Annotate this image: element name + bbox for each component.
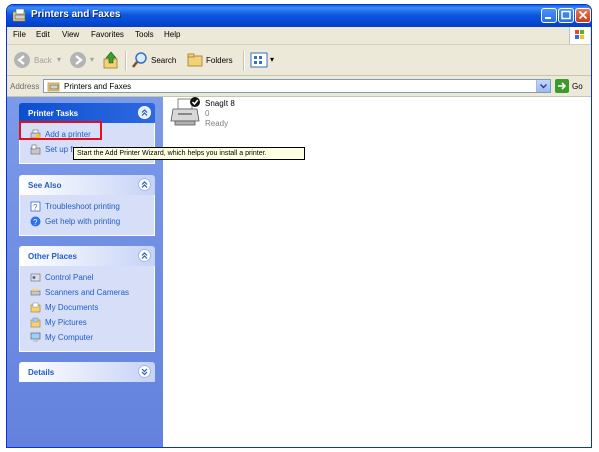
minimize-button[interactable] (541, 8, 557, 23)
menu-edit[interactable]: Edit (36, 30, 50, 39)
see-also-body: ? Troubleshoot printing ? Get help with … (19, 195, 155, 236)
printer-tasks-header[interactable]: Printer Tasks (19, 103, 155, 123)
tooltip: Start the Add Printer Wizard, which help… (73, 147, 305, 160)
address-dropdown-button[interactable] (536, 80, 550, 92)
svg-text:?: ? (33, 218, 38, 227)
printer-icon (170, 97, 200, 126)
collapse-button[interactable] (138, 106, 151, 119)
my-pictures-link[interactable]: My Pictures (20, 315, 154, 330)
my-documents-label[interactable]: My Documents (45, 303, 98, 312)
collapse-button[interactable] (138, 249, 151, 262)
go-label[interactable]: Go (572, 82, 583, 91)
my-computer-icon (30, 332, 41, 342)
control-panel-label[interactable]: Control Panel (45, 273, 93, 282)
search-button[interactable]: Search (151, 56, 176, 65)
troubleshoot-printing-label[interactable]: Troubleshoot printing (45, 202, 120, 211)
back-arrow-icon[interactable] (13, 51, 31, 69)
printer-document-count: 0 (205, 109, 210, 118)
scanners-cameras-label[interactable]: Scanners and Cameras (45, 288, 129, 297)
details-panel: Details (19, 362, 155, 382)
details-header[interactable]: Details (19, 362, 155, 382)
control-panel-link[interactable]: Control Panel (20, 270, 154, 285)
go-button[interactable] (555, 79, 569, 93)
up-folder-icon[interactable] (102, 50, 120, 70)
other-places-panel: Other Places Control Panel Scanners and … (19, 246, 155, 352)
troubleshoot-printing-link[interactable]: ? Troubleshoot printing (20, 199, 154, 214)
other-places-body: Control Panel Scanners and Cameras My Do… (19, 266, 155, 352)
menu-bar: File Edit View Favorites Tools Help (7, 27, 591, 45)
chevron-up-icon (141, 252, 148, 259)
my-computer-link[interactable]: My Computer (20, 330, 154, 345)
close-icon (578, 10, 588, 20)
collapse-button[interactable] (138, 178, 151, 191)
get-help-printing-label[interactable]: Get help with printing (45, 217, 120, 226)
see-also-header[interactable]: See Also (19, 175, 155, 195)
my-documents-link[interactable]: My Documents (20, 300, 154, 315)
views-dropdown-icon[interactable]: ▾ (270, 55, 274, 64)
printer-tasks-title: Printer Tasks (28, 109, 79, 118)
menu-tools[interactable]: Tools (135, 30, 154, 39)
other-places-title: Other Places (28, 252, 77, 261)
expand-button[interactable] (138, 365, 151, 378)
forward-dropdown-icon[interactable]: ▾ (90, 55, 94, 64)
minimize-icon (545, 17, 551, 19)
fax-icon (30, 144, 41, 155)
address-value: Printers and Faxes (64, 82, 132, 91)
scanners-cameras-link[interactable]: Scanners and Cameras (20, 285, 154, 300)
details-title: Details (28, 368, 55, 377)
folders-icon[interactable] (186, 51, 204, 69)
folders-button[interactable]: Folders (206, 56, 233, 65)
address-input[interactable]: Printers and Faxes (43, 79, 551, 93)
help-book-icon: ? (30, 201, 41, 212)
see-also-panel: See Also ? Troubleshoot printing ? Get h… (19, 175, 155, 236)
back-button-label[interactable]: Back (34, 56, 52, 65)
see-also-title: See Also (28, 181, 62, 190)
close-button[interactable] (575, 8, 591, 23)
scanner-icon (30, 289, 41, 296)
printer-folder-icon (13, 9, 26, 22)
printer-name[interactable]: SnagIt 8 (205, 99, 235, 108)
title-bar[interactable]: Printers and Faxes (7, 5, 591, 27)
maximize-button[interactable] (558, 8, 574, 23)
menu-favorites[interactable]: Favorites (91, 30, 124, 39)
chevron-down-icon (141, 368, 148, 376)
go-arrow-icon (558, 82, 567, 90)
back-dropdown-icon[interactable]: ▾ (57, 55, 61, 64)
forward-arrow-icon[interactable] (69, 51, 87, 69)
search-icon[interactable] (131, 51, 149, 69)
windows-flag-icon (575, 30, 584, 39)
my-pictures-icon (30, 317, 41, 328)
chevron-up-icon (141, 181, 148, 188)
printers-window: Printers and Faxes File Edit View Favori… (6, 4, 592, 448)
menu-help[interactable]: Help (164, 30, 180, 39)
control-panel-icon (30, 273, 41, 282)
printer-item[interactable] (170, 96, 202, 130)
menu-view[interactable]: View (62, 30, 79, 39)
toolbar-separator (243, 51, 245, 71)
menu-file[interactable]: File (13, 30, 26, 39)
svg-text:?: ? (33, 203, 38, 212)
address-bar: Address Printers and Faxes Go (7, 76, 591, 97)
my-computer-label[interactable]: My Computer (45, 333, 93, 342)
toolbar: Back ▾ ▾ Search Folders ▾ (7, 45, 591, 76)
chevron-up-icon (141, 109, 148, 116)
help-icon: ? (30, 216, 41, 227)
printer-folder-icon (47, 82, 60, 92)
my-documents-icon (30, 302, 41, 313)
get-help-printing-link[interactable]: ? Get help with printing (20, 214, 154, 229)
window-title: Printers and Faxes (31, 9, 121, 20)
printer-status: Ready (205, 119, 229, 128)
chevron-down-icon (540, 84, 547, 89)
other-places-header[interactable]: Other Places (19, 246, 155, 266)
maximize-icon (561, 10, 571, 20)
my-pictures-label[interactable]: My Pictures (45, 318, 87, 327)
views-icon[interactable] (250, 52, 268, 68)
address-label: Address (10, 82, 40, 91)
highlight-box (19, 121, 102, 140)
windows-logo (569, 27, 590, 44)
toolbar-separator (125, 51, 127, 71)
